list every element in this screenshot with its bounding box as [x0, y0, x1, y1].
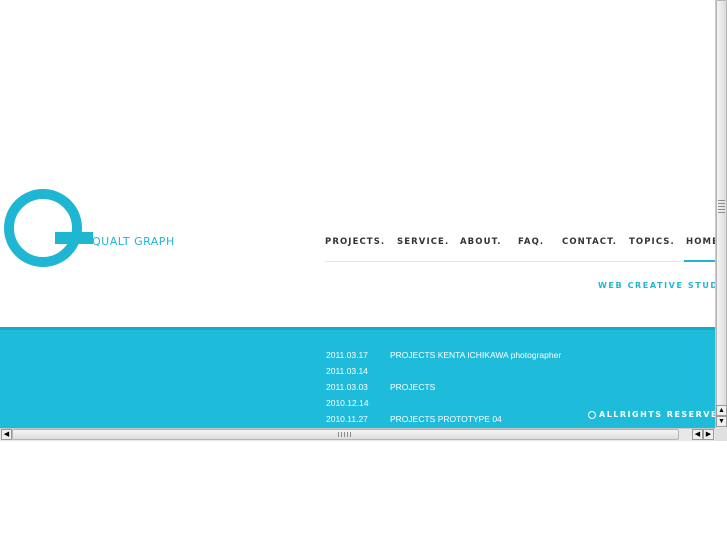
- nav-projects[interactable]: PROJECTS.: [325, 237, 385, 247]
- tagline: WEB CREATIVE STUDIO: [598, 281, 715, 290]
- news-date: 2011.03.17: [326, 350, 368, 360]
- nav-active-indicator: [684, 260, 715, 262]
- scroll-left-icon[interactable]: ◀: [1, 429, 12, 440]
- news-date: 2011.03.14: [326, 366, 368, 376]
- nav-divider: [325, 261, 715, 262]
- nav-contact[interactable]: CONTACT.: [562, 237, 617, 247]
- news-date: 2011.03.03: [326, 382, 368, 392]
- news-date: 2010.12.14: [326, 398, 369, 408]
- copyright-text: ALLRIGHTS RESERVED: [599, 410, 715, 419]
- nav-home[interactable]: HOME.: [686, 237, 715, 247]
- news-date: 2010.11.27: [326, 414, 368, 424]
- copyright: ALLRIGHTS RESERVED: [588, 410, 715, 419]
- scroll-left-icon[interactable]: ◀: [692, 429, 703, 440]
- band-top-edge: [0, 327, 715, 330]
- brand-name[interactable]: QUALT GRAPH: [92, 235, 175, 248]
- news-title[interactable]: PROJECTS KENTA ICHIKAWA photographer: [390, 350, 561, 360]
- grip-icon: [338, 432, 352, 437]
- news-title[interactable]: PROJECTS: [390, 382, 435, 392]
- copyright-icon: [588, 411, 596, 419]
- news-title[interactable]: PROJECTS PROTOTYPE 04: [390, 414, 502, 424]
- nav-faq[interactable]: FAQ.: [518, 237, 544, 247]
- grip-icon: [718, 200, 725, 214]
- nav-topics[interactable]: TOPICS.: [629, 237, 675, 247]
- nav-service[interactable]: SERVICE.: [397, 237, 449, 247]
- scroll-up-icon[interactable]: ▲: [716, 405, 727, 416]
- scroll-right-icon[interactable]: ▶: [703, 429, 714, 440]
- scroll-down-icon[interactable]: ▼: [716, 416, 727, 427]
- nav-about[interactable]: ABOUT.: [460, 237, 502, 247]
- page-viewport: QUALT GRAPH PROJECTS. SERVICE. ABOUT. FA…: [0, 0, 715, 428]
- scrollbar-corner: [715, 428, 727, 441]
- qualt-graph-logo[interactable]: [3, 186, 103, 272]
